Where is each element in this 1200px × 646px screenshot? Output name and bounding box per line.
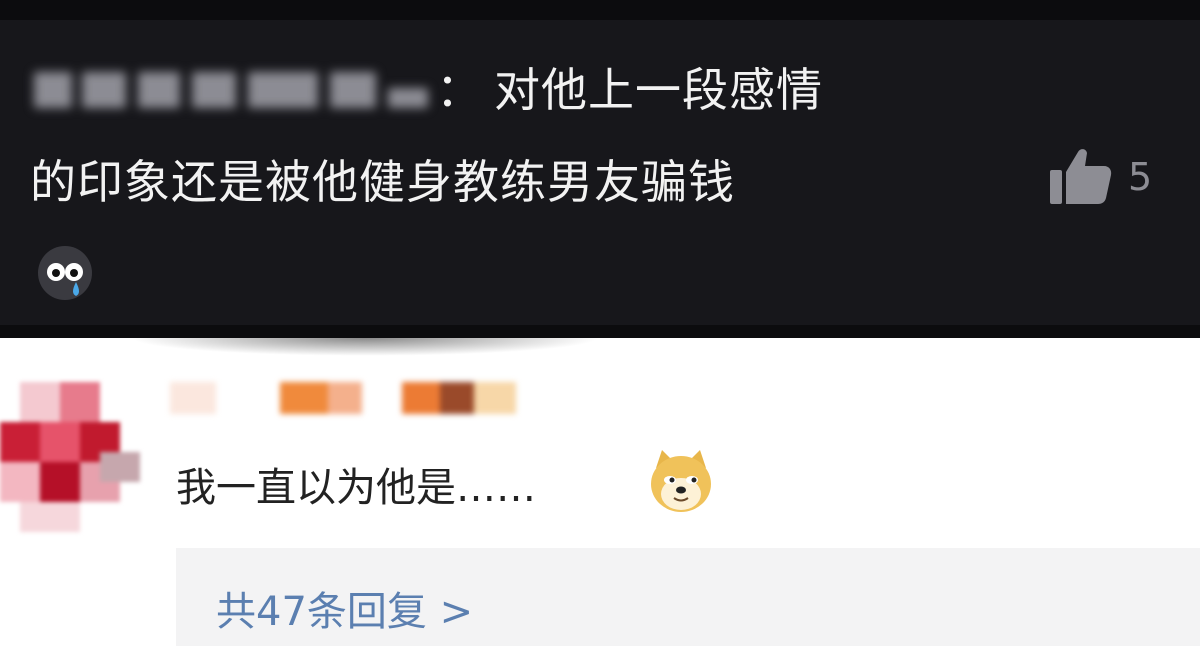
card-shadow [130, 338, 600, 356]
author-name-blurred[interactable] [34, 62, 432, 118]
crying-emoji-icon [38, 246, 92, 300]
author-colon: ： [436, 63, 482, 117]
reply-text: 我一直以为他是…… [176, 465, 536, 511]
comment-text-line-2: 的印象还是被他健身教练男友骗钱 [30, 155, 735, 209]
comment-card: ： 对他上一段感情 的印象还是被他健身教练男友骗钱 5 [0, 0, 1200, 338]
reply-author-blurred[interactable] [170, 376, 520, 424]
doge-emoji-icon [651, 450, 711, 512]
view-replies-link[interactable]: 共47条回复 > [216, 586, 473, 638]
like-button[interactable]: 5 [1048, 144, 1158, 214]
avatar[interactable] [0, 382, 140, 532]
comment-text-line-1: 对他上一段感情 [494, 63, 823, 117]
comment-screenshot: ： 对他上一段感情 的印象还是被他健身教练男友骗钱 5 我一直以为他是…… 共4… [0, 0, 1200, 646]
thumbs-up-icon [1050, 149, 1112, 204]
like-count: 5 [1128, 155, 1153, 199]
